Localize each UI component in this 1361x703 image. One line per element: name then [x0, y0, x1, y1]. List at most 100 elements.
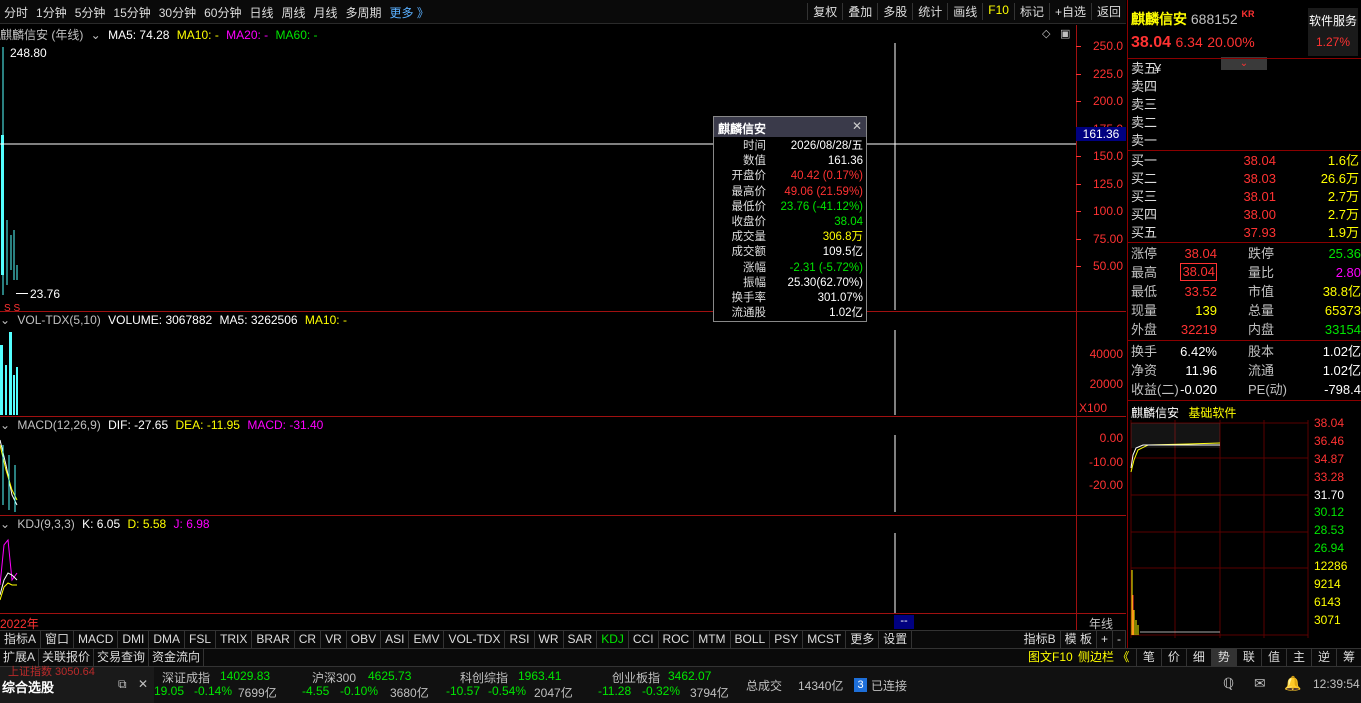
sidebar-toggle[interactable]: 侧边栏 《 — [1078, 650, 1129, 664]
close-icon[interactable]: ✕ — [852, 119, 862, 133]
indicator-tab[interactable]: CR — [295, 631, 322, 648]
sell-order-row[interactable]: 卖四 — [1128, 78, 1361, 96]
chart-tool-button[interactable]: 标记 — [1013, 3, 1049, 20]
indicator-tab[interactable]: EMV — [409, 631, 445, 648]
period-tab[interactable]: 30分钟 — [155, 4, 200, 21]
kline-axis-label: 50.00 — [1092, 259, 1123, 273]
kc-name[interactable]: 科创综指 — [460, 669, 508, 686]
quote-row: 现量 139 总量 65373 — [1128, 301, 1361, 320]
detail-tab[interactable]: 逆 — [1310, 649, 1336, 666]
indicator-tab[interactable]: MACD — [74, 631, 119, 648]
indicator-right-tab[interactable]: + — [1097, 631, 1113, 648]
indicator-tab[interactable]: 指标A — [0, 631, 42, 648]
cy-name[interactable]: 创业板指 — [612, 669, 660, 686]
buy-order-row-price: 38.04 — [1243, 153, 1276, 168]
chart-tool-button[interactable]: 画线 — [947, 3, 982, 20]
indicator-tab[interactable]: VR — [321, 631, 347, 648]
period-tab[interactable]: 更多 》 — [386, 4, 433, 21]
quote-zg-k: 最高 — [1131, 265, 1158, 280]
sz-name[interactable]: 深证成指 — [162, 669, 210, 686]
indicator-tab[interactable]: DMA — [149, 631, 186, 648]
f10-graphic-tab[interactable]: 图文F10 — [1028, 650, 1073, 664]
macd-dif: DIF: -27.65 — [108, 418, 169, 432]
buy-order-row[interactable]: 买一 38.04 1.6亿 — [1128, 152, 1361, 170]
tooltip-key: 成交量 — [731, 231, 767, 244]
chevron-down-icon[interactable]: ⌄ — [0, 517, 10, 531]
buy-order-row-price: 38.03 — [1243, 171, 1276, 186]
indicator-tab[interactable]: OBV — [347, 631, 382, 648]
indicator-tab[interactable]: 更多 — [846, 631, 880, 648]
indicator-tab[interactable]: BRAR — [252, 631, 295, 648]
indicator-tab[interactable]: ASI — [381, 631, 410, 648]
indicator-tab[interactable]: SAR — [564, 631, 598, 648]
chart-tool-button[interactable]: F10 — [982, 3, 1014, 20]
indicator-tab[interactable]: CCI — [629, 631, 659, 648]
detail-tab[interactable]: 势 — [1210, 649, 1236, 666]
indicator-right-tab[interactable]: 模 板 — [1061, 631, 1097, 648]
period-tab[interactable]: 日线 — [245, 4, 277, 21]
indicator-tab[interactable]: DMI — [118, 631, 150, 648]
detail-tab[interactable]: 值 — [1260, 649, 1286, 666]
detail-tab[interactable]: 联 — [1235, 649, 1261, 666]
quote-pe-k: PE(动) — [1248, 382, 1288, 397]
buy-order-row[interactable]: 买三 38.01 2.7万 — [1128, 188, 1361, 206]
period-tab[interactable]: 15分钟 — [109, 4, 154, 21]
message-icon[interactable]: ✉ — [1254, 675, 1266, 692]
period-tab[interactable]: 多周期 — [342, 4, 386, 21]
indicator-right-tab[interactable]: - — [1113, 631, 1126, 648]
qq-icon[interactable]: ℚ — [1223, 675, 1234, 692]
popout-icon[interactable]: ⧉ — [118, 677, 127, 692]
chart-tool-button[interactable]: 多股 — [877, 3, 912, 20]
buy-order-row[interactable]: 买四 38.00 2.7万 — [1128, 206, 1361, 224]
indicator-tab[interactable]: 设置 — [879, 631, 913, 648]
quote-xl-v: 139 — [1195, 303, 1217, 318]
screener-title: 综合选股 — [2, 680, 55, 695]
mini-sector[interactable]: 基础软件 — [1188, 406, 1236, 420]
buy-order-row[interactable]: 买二 38.03 26.6万 — [1128, 170, 1361, 188]
sell-order-row[interactable]: 卖五 ¥ — [1128, 60, 1361, 78]
chart-tool-button[interactable]: +自选 — [1048, 3, 1091, 20]
chart-tool-button[interactable]: 统计 — [912, 3, 947, 20]
indicator-tab[interactable]: WR — [535, 631, 564, 648]
chart-tool-button[interactable]: 返回 — [1090, 3, 1126, 20]
chevron-down-icon[interactable]: ⌄ — [0, 418, 10, 432]
sell-order-row[interactable]: 卖三 — [1128, 96, 1361, 114]
indicator-right-tab[interactable]: 指标B — [1020, 631, 1061, 648]
indicator-tab[interactable]: MCST — [803, 631, 847, 648]
sub-tab[interactable]: 交易查询 — [94, 649, 150, 666]
indicator-tab[interactable]: TRIX — [216, 631, 253, 648]
period-tab[interactable]: 1分钟 — [32, 4, 71, 21]
indicator-tab[interactable]: 窗口 — [41, 631, 75, 648]
connection-status[interactable]: 已连接 — [871, 677, 907, 694]
sell-order-row[interactable]: 卖一 — [1128, 132, 1361, 150]
indicator-tab[interactable]: MTM — [694, 631, 731, 648]
period-tab[interactable]: 分时 — [0, 4, 32, 21]
indicator-tab[interactable]: PSY — [770, 631, 804, 648]
indicator-tab[interactable]: ROC — [659, 631, 695, 648]
buy-order-row[interactable]: 买五 37.93 1.9万 — [1128, 224, 1361, 242]
close-icon[interactable]: ✕ — [138, 677, 148, 691]
sell-order-row[interactable]: 卖二 — [1128, 114, 1361, 132]
indicator-tab[interactable]: BOLL — [731, 631, 771, 648]
chart-tool-button[interactable]: 叠加 — [842, 3, 877, 20]
indicator-tab[interactable]: RSI — [505, 631, 535, 648]
indicator-tab[interactable]: FSL — [185, 631, 217, 648]
chevron-down-icon[interactable]: ⌄ — [0, 313, 10, 327]
detail-tab[interactable]: 价 — [1160, 649, 1186, 666]
indicator-tab[interactable]: VOL-TDX — [444, 631, 506, 648]
hs-name[interactable]: 沪深300 — [312, 669, 356, 686]
detail-tab[interactable]: 筹 — [1335, 649, 1361, 666]
period-tab[interactable]: 5分钟 — [71, 4, 110, 21]
chart-area[interactable]: 麒麟信安 (年线) ⌄ MA5: 74.28 MA10: - MA20: - M… — [0, 25, 1126, 631]
sector-box[interactable]: 软件服务 1.27% — [1308, 8, 1358, 56]
period-tab[interactable]: 月线 — [310, 4, 342, 21]
detail-tab[interactable]: 细 — [1185, 649, 1211, 666]
detail-tab[interactable]: 笔 — [1135, 649, 1161, 666]
detail-tab[interactable]: 主 — [1285, 649, 1311, 666]
indicator-tab[interactable]: KDJ — [597, 631, 629, 648]
period-tab[interactable]: 周线 — [277, 4, 309, 21]
sub-tab[interactable]: 资金流向 — [149, 649, 205, 666]
period-tab[interactable]: 60分钟 — [200, 4, 245, 21]
chart-tool-button[interactable]: 复权 — [807, 3, 842, 20]
bell-icon[interactable]: 🔔 — [1284, 675, 1301, 692]
